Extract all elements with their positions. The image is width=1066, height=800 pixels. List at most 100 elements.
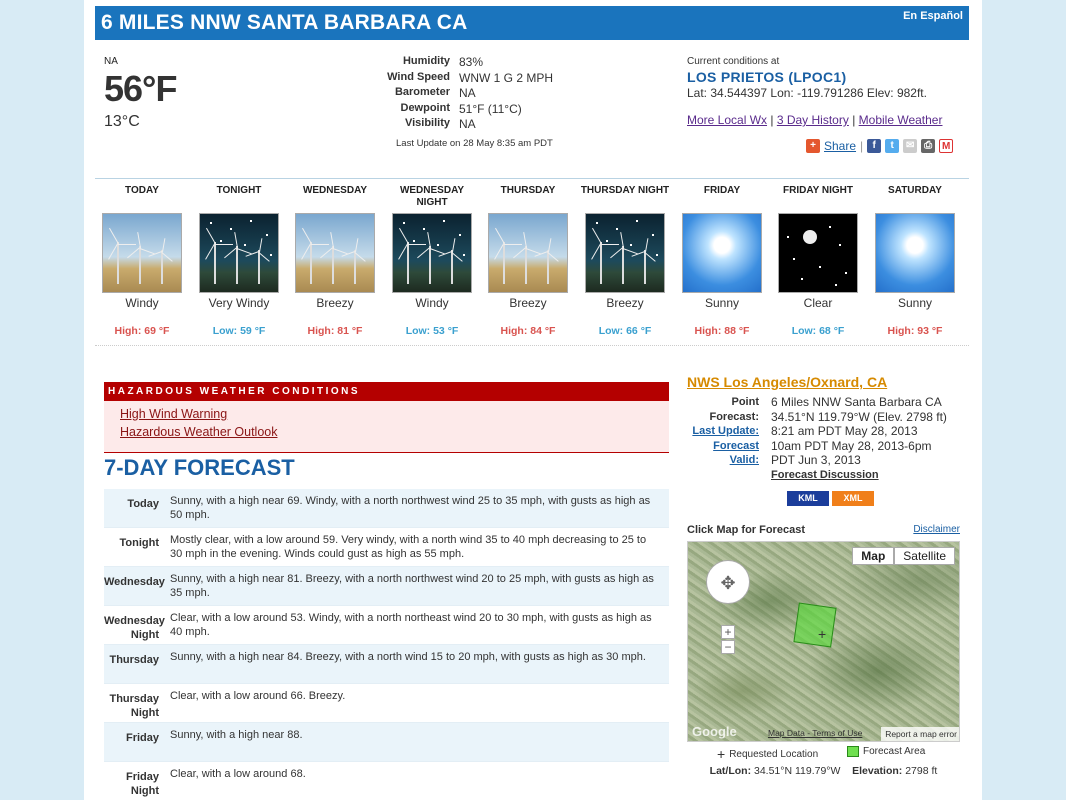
twitter-icon[interactable]: t bbox=[885, 139, 900, 153]
xml-button[interactable]: XML bbox=[832, 491, 874, 506]
pan-control-icon[interactable]: ✥ bbox=[706, 560, 750, 604]
windy-night-icon bbox=[392, 213, 472, 293]
last-update-value: 8:21 am PDT May 28, 2013 bbox=[771, 424, 918, 438]
forecast-map[interactable]: Map Satellite ✥ + − + Google Map Data - … bbox=[687, 541, 960, 742]
row-day: Wednesday Night bbox=[104, 615, 165, 641]
forecast-period[interactable]: TODAY Windy High: 69 °F bbox=[97, 185, 187, 337]
disclaimer-link[interactable]: Disclaimer bbox=[913, 524, 960, 535]
current-temp-c: 13°C bbox=[104, 113, 140, 130]
share-link[interactable]: Share bbox=[824, 139, 856, 153]
last-update-row: Last Update: 8:21 am PDT May 28, 2013 bbox=[687, 424, 951, 439]
windy-night-icon bbox=[585, 213, 665, 293]
condition-text: NA bbox=[104, 56, 118, 67]
office-link[interactable]: NWS Los Angeles/Oxnard, CA bbox=[687, 374, 887, 390]
period-desc: Windy bbox=[415, 296, 449, 310]
period-name: FRIDAY bbox=[703, 185, 741, 196]
period-temp: Low: 53 °F bbox=[405, 325, 459, 337]
email-icon[interactable]: ✉ bbox=[903, 139, 918, 153]
history-link[interactable]: 3 Day History bbox=[777, 113, 849, 127]
forecast-period[interactable]: THURSDAY NIGHT Breezy Low: 66 °F bbox=[580, 185, 670, 337]
wind-row: Wind Speed WNW 1 G 2 MPH bbox=[384, 71, 553, 87]
print-icon[interactable]: ⎙ bbox=[921, 139, 936, 153]
local-links: More Local Wx | 3 Day History | Mobile W… bbox=[687, 113, 943, 127]
windy-night-icon bbox=[199, 213, 279, 293]
zoom-out-icon[interactable]: − bbox=[721, 640, 735, 654]
period-desc: Very Windy bbox=[208, 296, 270, 310]
espanol-link[interactable]: En Español bbox=[903, 10, 963, 22]
period-temp: High: 84 °F bbox=[500, 325, 556, 337]
kml-button[interactable]: KML bbox=[787, 491, 829, 506]
last-update-label[interactable]: Last Update: bbox=[687, 424, 771, 439]
period-temp: High: 81 °F bbox=[307, 325, 363, 337]
forecast-valid-value: 10am PDT May 28, 2013-6pm PDT Jun 3, 201… bbox=[771, 438, 932, 468]
share-plus-icon[interactable]: + bbox=[806, 139, 820, 153]
seven-day-table: Today Sunny, with a high near 69. Windy, … bbox=[104, 489, 669, 800]
period-desc: Sunny bbox=[897, 296, 933, 310]
period-desc: Breezy bbox=[606, 296, 644, 310]
period-temp: Low: 68 °F bbox=[791, 325, 845, 337]
period-temp: High: 69 °F bbox=[114, 325, 170, 337]
row-text: Clear, with a low around 68. bbox=[170, 768, 306, 780]
row-text: Sunny, with a high near 81. Breezy, with… bbox=[170, 573, 654, 599]
forecast-strip: TODAY Windy High: 69 °F TONIGHT Very Win… bbox=[95, 178, 969, 346]
satellite-button[interactable]: Satellite bbox=[894, 547, 955, 565]
map-latlon: Lat/Lon: 34.51°N 119.79°W Elevation: 279… bbox=[687, 765, 960, 777]
period-temp: Low: 66 °F bbox=[598, 325, 652, 337]
location-title: 6 MILES NNW SANTA BARBARA CA bbox=[101, 11, 468, 34]
point-forecast-value: 6 Miles NNW Santa Barbara CA 34.51°N 119… bbox=[771, 395, 947, 424]
windy-day-icon bbox=[295, 213, 375, 293]
point-forecast-table: Point Forecast: 6 Miles NNW Santa Barbara… bbox=[687, 395, 951, 482]
report-map-error-link[interactable]: Report a map error bbox=[881, 727, 959, 741]
row-text: Clear, with a low around 53. Windy, with… bbox=[170, 612, 652, 638]
crosshair-icon: + bbox=[717, 746, 726, 762]
map-data-links[interactable]: Map Data - Terms of Use bbox=[768, 728, 862, 738]
visibility-label: Visibility bbox=[404, 117, 450, 129]
forecast-period[interactable]: FRIDAY NIGHT Clear Low: 68 °F bbox=[773, 185, 863, 337]
forecast-period[interactable]: WEDNESDAY Breezy High: 81 °F bbox=[290, 185, 380, 337]
latlon-value: 34.51°N 119.79°W bbox=[754, 765, 841, 777]
sunny-icon bbox=[682, 213, 762, 293]
forecast-period[interactable]: WEDNESDAY NIGHT Windy Low: 53 °F bbox=[387, 185, 477, 337]
forecast-valid-row: Forecast Valid: 10am PDT May 28, 2013-6pm… bbox=[687, 439, 951, 468]
period-temp: High: 93 °F bbox=[887, 325, 943, 337]
share-bar: + Share | f t ✉ ⎙ M bbox=[806, 139, 954, 153]
windy-day-icon bbox=[488, 213, 568, 293]
dewpoint-label: Dewpoint bbox=[400, 101, 451, 114]
forecast-period[interactable]: FRIDAY Sunny High: 88 °F bbox=[677, 185, 767, 337]
hazardous-outlook-link[interactable]: Hazardous Weather Outlook bbox=[120, 425, 278, 439]
period-name: FRIDAY NIGHT bbox=[782, 185, 853, 196]
forecast-discussion-link[interactable]: Forecast Discussion bbox=[771, 468, 951, 483]
mobile-weather-link[interactable]: Mobile Weather bbox=[859, 113, 943, 127]
map-footer: Google Map Data - Terms of Use Report a … bbox=[688, 724, 959, 741]
forecast-period[interactable]: TONIGHT Very Windy Low: 59 °F bbox=[194, 185, 284, 337]
map-button[interactable]: Map bbox=[852, 547, 895, 565]
forecast-area-marker bbox=[793, 602, 837, 648]
station-label: Current conditions at bbox=[687, 56, 780, 67]
row-day: Wednesday bbox=[104, 576, 165, 588]
legend-area: Forecast Area bbox=[847, 746, 925, 757]
row-text: Clear, with a low around 66. Breezy. bbox=[170, 690, 346, 702]
row-day: Tonight bbox=[119, 537, 160, 549]
forecast-row: Tonight Mostly clear, with a low around 5… bbox=[104, 528, 669, 567]
facebook-icon[interactable]: f bbox=[867, 139, 882, 153]
gmail-icon[interactable]: M bbox=[939, 139, 954, 153]
forecast-period[interactable]: SATURDAY Sunny High: 93 °F bbox=[870, 185, 960, 337]
row-day: Thursday bbox=[109, 654, 159, 666]
visibility-value: NA bbox=[459, 117, 476, 131]
forecast-period[interactable]: THURSDAY Breezy High: 84 °F bbox=[483, 185, 573, 337]
hazard-header: HAZARDOUS WEATHER CONDITIONS bbox=[104, 382, 669, 401]
forecast-valid-label[interactable]: Forecast Valid: bbox=[687, 439, 771, 468]
zoom-in-icon[interactable]: + bbox=[721, 625, 735, 639]
elevation-value: 2798 ft bbox=[905, 765, 938, 777]
more-local-wx-link[interactable]: More Local Wx bbox=[687, 113, 767, 127]
row-text: Sunny, with a high near 69. Windy, with … bbox=[170, 495, 651, 521]
requested-location-icon: + bbox=[818, 626, 827, 642]
latlon-label: Lat/Lon: bbox=[709, 765, 752, 777]
barometer-row: Barometer NA bbox=[384, 86, 553, 102]
period-name: TONIGHT bbox=[216, 185, 262, 196]
high-wind-warning-link[interactable]: High Wind Warning bbox=[120, 407, 227, 421]
forecast-row: Thursday Sunny, with a high near 84. Bree… bbox=[104, 645, 669, 684]
row-day: Today bbox=[127, 498, 159, 510]
period-temp: Low: 59 °F bbox=[212, 325, 266, 337]
map-heading: Click Map for Forecast Disclaimer bbox=[687, 524, 960, 536]
